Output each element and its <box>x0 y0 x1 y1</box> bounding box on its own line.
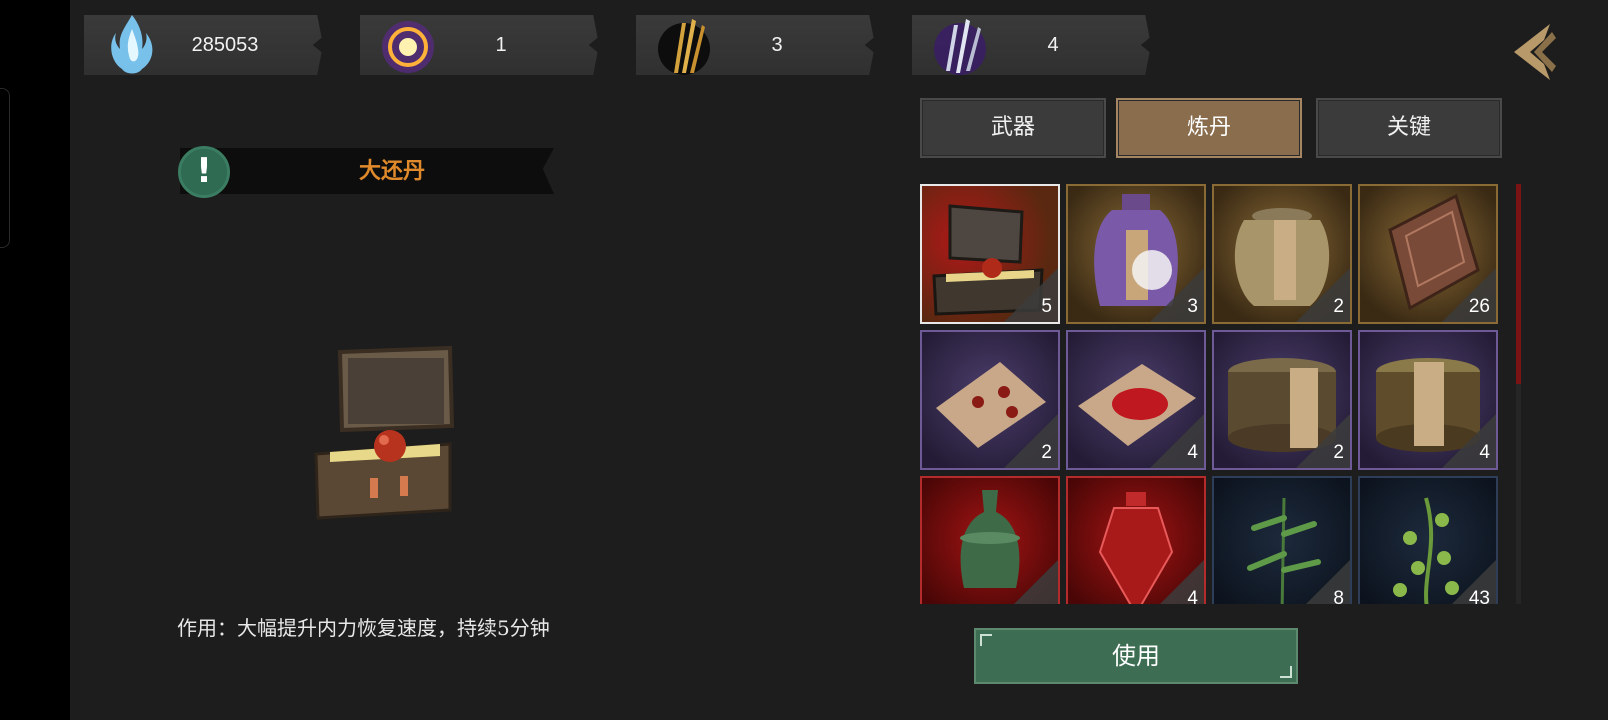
item-count: 5 <box>1041 296 1052 317</box>
tab-weapons[interactable]: 武器 <box>920 98 1106 158</box>
inventory-grid[interactable]: 5 3 2 26 2 4 2 4 4 8 43 <box>920 184 1516 604</box>
resource-value: 3 <box>771 34 783 56</box>
inventory-slot[interactable]: 2 <box>1212 330 1352 470</box>
item-name: 大还丹 <box>358 158 425 184</box>
item-count: 4 <box>1479 442 1490 463</box>
tab-key-items[interactable]: 关键 <box>1316 98 1502 158</box>
info-exclamation-icon[interactable]: ! <box>178 146 230 198</box>
inventory-slot[interactable]: 4 <box>1066 476 1206 604</box>
inventory-slot[interactable]: 2 <box>920 330 1060 470</box>
panel-notch <box>864 15 878 75</box>
resource-counter-purple-blades: 4 <box>912 15 1154 75</box>
item-count: 43 <box>1468 588 1490 604</box>
inventory-slot[interactable]: 4 <box>1358 330 1498 470</box>
inventory-scrollbar[interactable] <box>1516 184 1521 604</box>
panel-notch <box>588 15 602 75</box>
inventory-slot[interactable]: 3 <box>1066 184 1206 324</box>
inventory-slot[interactable]: 26 <box>1358 184 1498 324</box>
inventory-slot[interactable]: 5 <box>920 184 1060 324</box>
tab-alchemy[interactable]: 炼丹 <box>1116 98 1302 158</box>
inventory-slot[interactable]: 4 <box>1066 330 1206 470</box>
camera-notch <box>0 88 10 248</box>
panel-notch <box>312 15 326 75</box>
item-count: 4 <box>1187 442 1198 463</box>
item-count: 4 <box>1187 588 1198 604</box>
item-count: 2 <box>1333 296 1344 317</box>
scrollbar-thumb[interactable] <box>1516 184 1521 384</box>
use-button[interactable]: 使用 <box>974 628 1298 684</box>
item-effect-description: 作用：大幅提升内力恢复速度，持续5分钟 <box>177 616 550 640</box>
panel-notch <box>1140 15 1154 75</box>
screen-edge <box>0 0 70 720</box>
inventory-slot[interactable]: 2 <box>1212 184 1352 324</box>
resource-counter-golden-blades: 3 <box>636 15 878 75</box>
inventory-slot[interactable] <box>920 476 1060 604</box>
resource-counter-blue-crystal: 285053 <box>84 15 326 75</box>
item-count: 3 <box>1187 296 1198 317</box>
inventory-slot[interactable]: 8 <box>1212 476 1352 604</box>
resource-counter-golden-orb: 1 <box>360 15 602 75</box>
inventory-slot[interactable]: 43 <box>1358 476 1498 604</box>
resource-value: 4 <box>1047 34 1059 56</box>
back-arrow-icon[interactable] <box>1500 18 1564 88</box>
resource-value: 1 <box>495 34 507 56</box>
item-count: 2 <box>1333 442 1344 463</box>
item-count: 2 <box>1041 442 1052 463</box>
item-title-bar: 大还丹 <box>180 148 554 194</box>
item-count: 26 <box>1468 296 1490 317</box>
item-count: 8 <box>1333 588 1344 604</box>
resource-value: 285053 <box>191 34 259 56</box>
item-preview-chest <box>314 345 455 520</box>
